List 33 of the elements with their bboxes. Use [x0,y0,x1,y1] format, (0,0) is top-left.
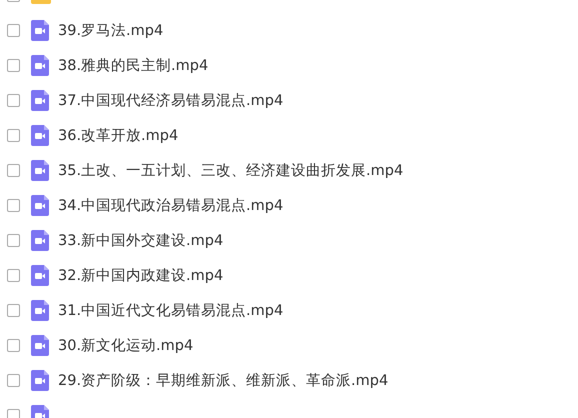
file-name[interactable]: 32.新中国内政建设.mp4 [58,266,224,285]
file-name[interactable]: 34.中国现代政治易错易混点.mp4 [58,196,284,215]
video-file-icon [31,160,49,181]
checkbox[interactable] [7,234,20,247]
video-file-icon [31,300,49,321]
checkbox[interactable] [7,199,20,212]
checkbox[interactable] [7,339,20,352]
checkbox[interactable] [7,304,20,317]
file-name[interactable]: 30.新文化运动.mp4 [58,336,194,355]
file-name[interactable]: 33.新中国外交建设.mp4 [58,231,224,250]
file-name[interactable]: 37.中国现代经济易错易混点.mp4 [58,91,284,110]
video-file-icon [31,195,49,216]
video-file-icon [31,335,49,356]
video-file-icon [31,20,49,41]
file-name[interactable]: 35.土改、一五计划、三改、经济建设曲折发展.mp4 [58,161,404,180]
video-file-icon [31,230,49,251]
checkbox[interactable] [7,164,20,177]
checkbox[interactable] [7,94,20,107]
video-file-icon [31,265,49,286]
video-file-icon [31,90,49,111]
file-name[interactable]: 38.雅典的民主制.mp4 [58,56,208,75]
file-name[interactable]: 39.罗马法.mp4 [58,21,164,40]
checkbox[interactable] [7,374,20,387]
file-name[interactable]: 36.改革开放.mp4 [58,126,178,145]
checkbox[interactable] [7,59,20,72]
video-file-icon [31,370,49,391]
video-file-icon [31,125,49,146]
checkbox[interactable] [7,24,20,37]
checkbox[interactable] [7,269,20,282]
file-name[interactable]: 31.中国近代文化易错易混点.mp4 [58,301,284,320]
checkbox[interactable] [7,129,20,142]
video-file-icon [31,55,49,76]
file-name[interactable]: 29.资产阶级：早期维新派、维新派、革命派.mp4 [58,371,388,390]
